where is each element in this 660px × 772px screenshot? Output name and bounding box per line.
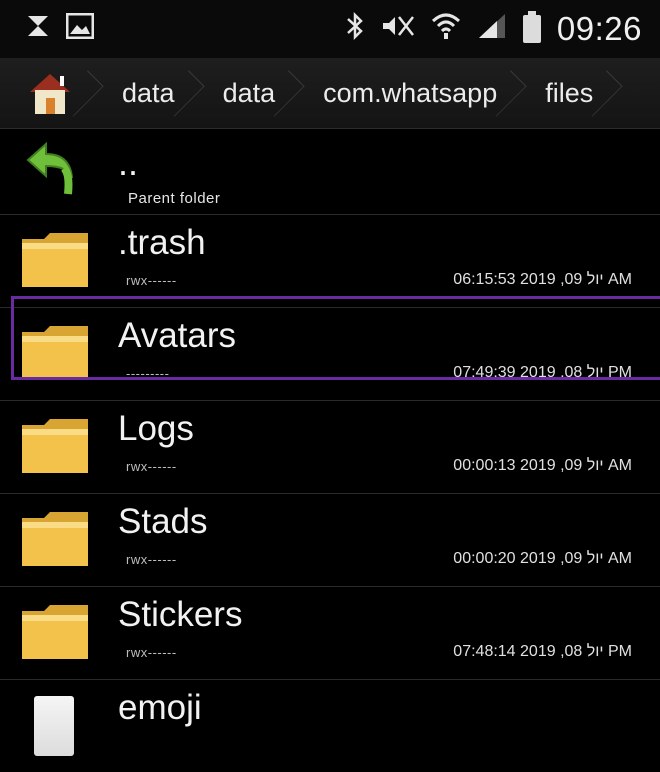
parent-folder-label: Parent folder xyxy=(128,190,221,207)
file-name: .trash xyxy=(118,223,206,262)
home-icon xyxy=(30,74,70,114)
list-item-stickers[interactable]: Stickers rwx------ יול 08, 2019 07:48:14… xyxy=(0,587,660,680)
file-name: emoji xyxy=(118,688,202,727)
list-item-logs[interactable]: Logs rwx------ יול 09, 2019 00:00:13 AM xyxy=(0,401,660,494)
home-button[interactable] xyxy=(0,58,100,128)
file-name: Avatars xyxy=(118,316,237,355)
image-notification-icon xyxy=(65,12,95,45)
wifi-icon xyxy=(431,11,461,47)
folder-icon xyxy=(22,419,88,473)
file-permissions: rwx------ xyxy=(126,645,177,660)
parent-folder-name: .. xyxy=(118,142,139,183)
clock: 09:26 xyxy=(556,10,642,47)
parent-folder-row[interactable]: .. Parent folder xyxy=(0,128,660,215)
file-permissions: rwx------ xyxy=(126,552,177,567)
file-permissions: rwx------ xyxy=(126,273,177,288)
file-date: יול 09, 2019 06:15:53 AM xyxy=(453,271,632,288)
list-item-stads[interactable]: Stads rwx------ יול 09, 2019 00:00:20 AM xyxy=(0,494,660,587)
mute-icon xyxy=(381,13,415,45)
file-icon xyxy=(34,696,74,756)
folder-icon xyxy=(22,605,88,659)
file-date: יול 09, 2019 00:00:13 AM xyxy=(453,457,632,474)
folder-icon xyxy=(22,512,88,566)
signal-icon xyxy=(477,12,507,46)
list-item-emoji[interactable]: emoji xyxy=(0,680,660,772)
list-item-trash[interactable]: .trash rwx------ יול 09, 2019 06:15:53 A… xyxy=(0,215,660,308)
file-date: יול 08, 2019 07:48:14 PM xyxy=(453,643,632,660)
breadcrumb: data data com.whatsapp files xyxy=(0,58,660,129)
breadcrumb-item-data-2[interactable]: data xyxy=(201,58,302,128)
file-name: Stickers xyxy=(118,595,243,634)
bluetooth-icon xyxy=(345,11,365,47)
usb-debug-icon xyxy=(24,12,52,46)
file-permissions: rwx------ xyxy=(126,459,177,474)
back-arrow-icon xyxy=(26,141,73,195)
file-date: יול 09, 2019 00:00:20 AM xyxy=(453,550,632,567)
file-date: יול 08, 2019 07:49:39 PM xyxy=(453,364,632,381)
list-item-avatars[interactable]: Avatars --------- יול 08, 2019 07:49:39 … xyxy=(0,308,660,401)
status-bar: 09:26 xyxy=(0,0,660,58)
folder-icon xyxy=(22,233,88,287)
file-name: Stads xyxy=(118,502,208,541)
battery-icon xyxy=(522,11,541,43)
folder-icon xyxy=(22,326,88,380)
file-name: Logs xyxy=(118,409,194,448)
breadcrumb-item-com-whatsapp[interactable]: com.whatsapp xyxy=(301,58,523,128)
file-permissions: --------- xyxy=(126,366,170,381)
file-list: .. Parent folder .trash rwx------ יול 09… xyxy=(0,128,660,772)
breadcrumb-item-files[interactable]: files xyxy=(523,58,619,128)
breadcrumb-item-data-1[interactable]: data xyxy=(100,58,201,128)
